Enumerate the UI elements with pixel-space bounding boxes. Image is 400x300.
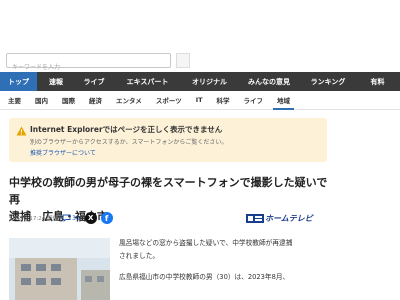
warning-icon <box>16 126 27 136</box>
category-economy[interactable]: 経済 <box>89 91 102 110</box>
article-meta: 5/8(水) 17:24 配信 30 X f <box>9 211 113 225</box>
recommended-browsers-link[interactable]: 推奨ブラウザーについて <box>30 148 96 157</box>
facebook-share-icon[interactable]: f <box>100 212 113 224</box>
category-science[interactable]: 科学 <box>217 91 230 110</box>
source-name: ホームテレビ <box>265 213 313 223</box>
search-button[interactable] <box>176 53 190 68</box>
category-it[interactable]: IT <box>196 91 203 110</box>
headline-line-1: 中学校の教師の男が母子の裸をスマートフォンで撮影した疑いで再 <box>9 176 328 206</box>
source-logo[interactable]: ホームテレビ <box>246 213 313 223</box>
main-nav-breaking[interactable]: 速報 <box>37 72 75 91</box>
category-domestic[interactable]: 国内 <box>35 91 48 110</box>
category-main[interactable]: 主要 <box>8 91 21 110</box>
main-nav-paid[interactable]: 有料 <box>355 72 400 91</box>
broadcaster-logo-icon <box>246 213 264 223</box>
main-nav-top[interactable]: トップ <box>0 72 37 91</box>
warning-title: Internet Explorerではページを正しく表示できません <box>30 125 223 134</box>
category-entertainment[interactable]: エンタメ <box>116 91 142 110</box>
x-share-icon[interactable]: X <box>84 212 97 224</box>
body-paragraph-2: 広島県福山市の中学校教師の男（30）は、2023年8月、 <box>119 271 329 284</box>
main-nav-live[interactable]: ライブ <box>75 72 113 91</box>
article-photo[interactable] <box>9 238 110 300</box>
category-local[interactable]: 地域 <box>273 91 295 110</box>
main-nav-ranking[interactable]: ランキング <box>301 72 355 91</box>
body-p2-line1: 広島県福山市の中学校教師の男（30）は、2023年8月、 <box>119 273 290 281</box>
body-p1-line1: 風呂場などの窓から盗撮した疑いで、中学校教師が再逮捕 <box>119 239 293 247</box>
body-paragraph-1: 風呂場などの窓から盗撮した疑いで、中学校教師が再逮捕 されました。 <box>119 237 329 263</box>
right-sidebar <box>340 110 400 300</box>
main-nav-original[interactable]: オリジナル <box>182 72 237 91</box>
category-life[interactable]: ライフ <box>244 91 264 110</box>
comment-icon <box>62 214 71 222</box>
search-box[interactable] <box>6 53 171 74</box>
main-nav-expert[interactable]: エキスパート <box>113 72 182 91</box>
header-area <box>0 0 400 46</box>
comment-count: 30 <box>72 214 80 222</box>
main-nav: トップ 速報 ライブ エキスパート オリジナル みんなの意見 ランキング 有料 <box>0 72 400 91</box>
category-world[interactable]: 国際 <box>62 91 75 110</box>
article-body: 風呂場などの窓から盗撮した疑いで、中学校教師が再逮捕 されました。 広島県福山市… <box>119 237 329 292</box>
publish-date: 5/8(水) 17:24 配信 <box>9 216 58 222</box>
school-building-image <box>9 238 110 300</box>
body-p1-line2: されました。 <box>119 252 160 260</box>
comment-link[interactable]: 30 <box>62 214 80 222</box>
category-sports[interactable]: スポーツ <box>156 91 182 110</box>
main-nav-opinions[interactable]: みんなの意見 <box>237 72 301 91</box>
category-nav: 主要 国内 国際 経済 エンタメ スポーツ IT 科学 ライフ 地域 <box>0 91 400 110</box>
warning-text: 別のブラウザーからアクセスするか、スマートフォンからご覧ください。 <box>30 139 228 146</box>
browser-warning: Internet Explorerではページを正しく表示できません 別のブラウザ… <box>9 118 327 162</box>
